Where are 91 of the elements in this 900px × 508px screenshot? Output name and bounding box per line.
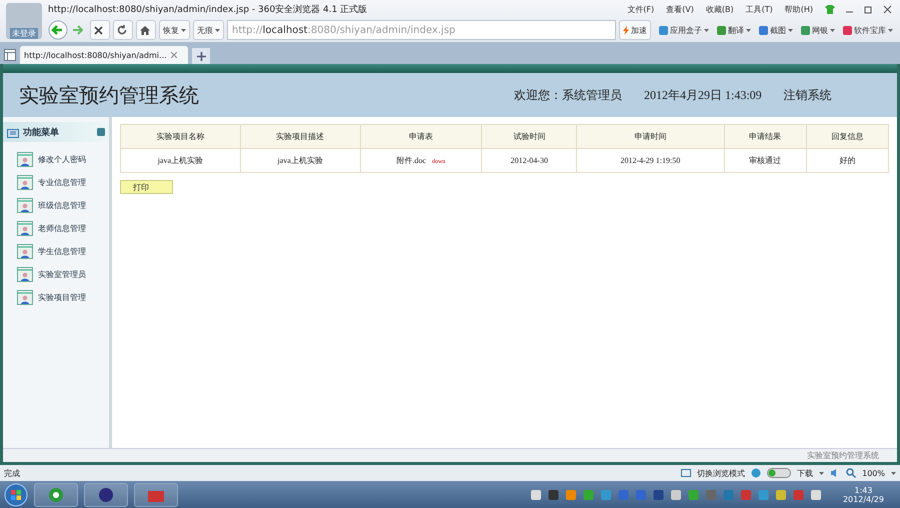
taskbar-app[interactable] <box>84 482 128 506</box>
start-button[interactable] <box>4 482 28 506</box>
print-button[interactable]: 打印 <box>120 180 173 194</box>
caret-icon <box>891 472 896 474</box>
menu-item[interactable]: 查看(V) <box>666 4 694 14</box>
column-header: 申请结果 <box>724 124 806 148</box>
lightning-icon <box>623 26 629 34</box>
user-card-icon <box>17 175 33 190</box>
window-title: http://localhost:8080/shiyan/admin/index.jsp - 360安全浏览器 4.1 正式版 <box>48 4 368 16</box>
toolbar-link[interactable]: 网银 <box>801 24 835 36</box>
back-icon[interactable] <box>48 20 68 40</box>
stop-button[interactable] <box>90 20 110 40</box>
menu-item[interactable]: 收藏(B) <box>706 4 734 14</box>
caret-icon <box>819 472 824 474</box>
date-time: 2012年4月29日 1:43:09 <box>644 86 762 104</box>
column-header: 实验项目描述 <box>240 124 360 148</box>
browser-tab[interactable]: http://localhost:8080/shiyan/admi... <box>20 46 188 64</box>
new-tab-button[interactable] <box>192 48 210 64</box>
speedup-button[interactable]: 加速 <box>619 20 651 40</box>
home-button[interactable] <box>136 20 156 40</box>
clock-date: 2012/4/29 <box>842 494 884 504</box>
restore-button[interactable]: 恢复 <box>159 20 190 40</box>
address-field[interactable]: http://localhost:8080/shiyan/admin/index.jsp <box>227 20 616 40</box>
footer-text: 实验室预约管理系统 <box>807 450 879 461</box>
close-icon <box>94 26 103 34</box>
user-card-icon <box>17 221 33 236</box>
user-card-icon <box>17 152 33 167</box>
system-title: 实验室预约管理系统 <box>19 84 200 108</box>
caret-icon <box>704 28 709 32</box>
sphere-icon <box>98 486 114 502</box>
logout-link[interactable]: 注销系统 <box>784 86 832 104</box>
table-cell: java上机实验 <box>240 148 360 172</box>
column-header: 申请表 <box>360 124 482 148</box>
sidebar-item[interactable]: 专业信息管理 <box>3 171 109 194</box>
browse-mode-button[interactable]: 切换浏览模式 <box>697 468 746 478</box>
plus-icon <box>196 52 206 60</box>
status-text: 完成 <box>4 468 21 478</box>
user-card-icon <box>17 290 33 305</box>
table-cell: 2012-04-30 <box>482 148 577 172</box>
taskbar-app[interactable] <box>34 482 78 506</box>
close-icon[interactable] <box>170 52 177 58</box>
close-icon[interactable] <box>883 4 892 14</box>
toolbar-link[interactable]: 截图 <box>759 24 793 36</box>
welcome-text: 欢迎您：系统管理员 <box>514 86 622 104</box>
sidebar-item[interactable]: 实验项目管理 <box>3 286 109 309</box>
browser-logo-icon <box>48 486 64 502</box>
toggle-icon[interactable] <box>767 468 792 478</box>
caret-icon <box>215 28 220 32</box>
search-icon[interactable] <box>846 468 856 478</box>
toolbar-link[interactable]: 软件宝库 <box>843 24 893 36</box>
column-header: 申请时间 <box>576 124 724 148</box>
caret-icon <box>746 28 751 32</box>
menu-item[interactable]: 工具(T) <box>746 4 773 14</box>
table-cell: 好的 <box>806 148 888 172</box>
sidebar-item[interactable]: 学生信息管理 <box>3 240 109 263</box>
refresh-button[interactable] <box>113 20 133 40</box>
user-card-icon <box>17 244 33 259</box>
sidebar-item[interactable]: 实验室管理员 <box>3 263 109 286</box>
menu-item[interactable]: 帮助(H) <box>784 4 813 14</box>
toolbar-link[interactable]: 应用盒子 <box>659 24 709 36</box>
user-card-icon <box>17 198 33 213</box>
zoom-button[interactable]: 100% <box>862 468 885 478</box>
restore-icon[interactable] <box>864 4 873 14</box>
caret-icon <box>830 28 835 32</box>
login-label: 未登录 <box>10 28 38 39</box>
incognito-button[interactable]: 无痕 <box>193 20 224 40</box>
sidebar-item[interactable]: 老师信息管理 <box>3 217 109 240</box>
table-cell: 审核通过 <box>724 148 806 172</box>
window-icon <box>681 469 692 477</box>
menu-icon <box>7 126 19 138</box>
user-card-icon <box>17 267 33 282</box>
toolbar-link[interactable]: 翻译 <box>717 24 751 36</box>
caret-icon <box>888 28 893 32</box>
menu-title: 功能菜单 <box>23 126 60 138</box>
caret-icon <box>181 28 186 32</box>
sidebar-item[interactable]: 班级信息管理 <box>3 194 109 217</box>
column-header: 回复信息 <box>806 124 888 148</box>
column-header: 试验时间 <box>482 124 577 148</box>
download-button[interactable]: 下载 <box>797 468 814 478</box>
sidebar-item[interactable]: 修改个人密码 <box>3 148 109 171</box>
file-name: 附件.doc <box>396 156 426 165</box>
refresh-icon <box>117 25 127 35</box>
table-cell: 2012-4-29 1:19:50 <box>576 148 724 172</box>
home-icon <box>140 26 150 34</box>
column-header: 实验项目名称 <box>120 124 240 148</box>
shirt-icon[interactable] <box>825 4 835 14</box>
caret-icon <box>788 28 793 32</box>
menu-item[interactable]: 文件(F) <box>627 4 654 14</box>
sidebar-icon[interactable] <box>4 49 16 61</box>
clock-time: 1:43 <box>854 486 872 494</box>
table-cell: java上机实验 <box>120 148 240 172</box>
